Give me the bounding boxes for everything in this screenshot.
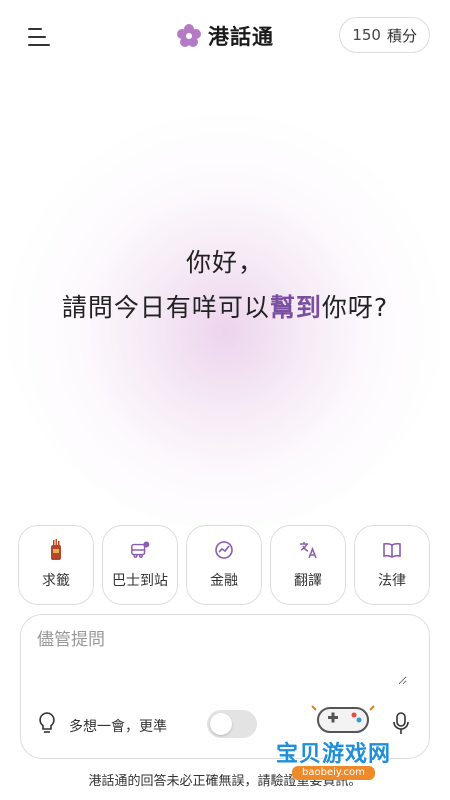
card-law-label: 法律 [378,573,406,589]
quick-action-cards: 求籤 巴士到站 金融 翻譯 法律 [18,525,450,607]
greeting-text-after: 你呀? [321,293,389,322]
fortune-sticks-icon [46,539,66,560]
toggle-knob [210,713,232,735]
greeting-line-1: 你好， [185,248,264,277]
card-translate-label: 翻譯 [294,573,322,589]
card-law[interactable]: 法律 [354,525,430,605]
greeting-highlight: 幫到 [269,293,322,322]
bus-icon [130,540,150,560]
points-value: 150 [352,26,381,44]
card-fortune-label: 求籤 [42,573,70,589]
app-name: 港話通 [208,25,274,49]
greeting-line-2: 請問今日有咩可以幫到你呀? [0,285,450,330]
card-bus-label: 巴士到站 [112,573,168,589]
card-finance-label: 金融 [210,573,238,589]
flower-logo-icon [177,24,201,47]
app-header: 港話通 150 積分 [0,0,450,72]
watermark: 宝贝游戏网 baobeiy.com [268,700,418,785]
translate-icon [298,540,318,560]
greeting-text-before: 請問今日有咩可以 [61,293,270,322]
think-mode-label: 多想一會，更準 [69,719,167,735]
card-bus[interactable]: 巴士到站 [102,525,178,605]
greeting-message: 你好， 請問今日有咩可以幫到你呀? [0,240,450,330]
points-badge[interactable]: 150 積分 [339,17,430,53]
menu-icon[interactable] [28,28,50,46]
points-unit: 積分 [386,26,417,45]
watermark-text: 宝贝游戏网 [276,742,392,767]
gamepad-icon [311,705,375,733]
card-fortune[interactable]: 求籤 [18,525,94,605]
watermark-url: baobeiy.com [292,766,375,780]
card-finance[interactable]: 金融 [186,525,262,605]
chat-input[interactable] [37,625,407,685]
card-translate[interactable]: 翻譯 [270,525,346,605]
app-logo: 港話通 [176,22,274,50]
book-icon [382,540,402,560]
finance-chart-icon [214,540,234,560]
think-mode-toggle[interactable] [207,710,257,738]
lightbulb-icon [39,712,55,733]
